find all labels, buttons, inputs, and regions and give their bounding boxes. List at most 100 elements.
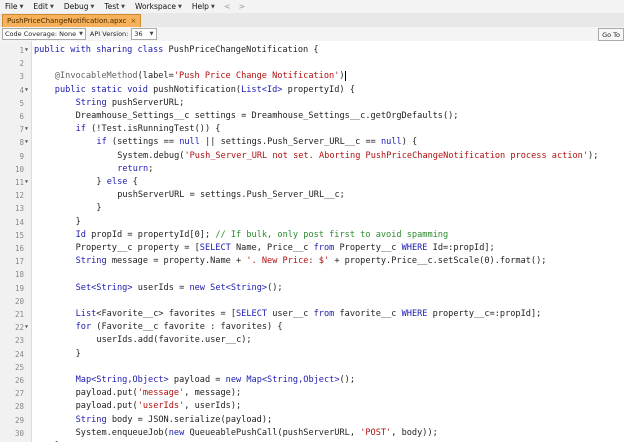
tab-bar: PushPriceChangeNotification.apxc × <box>0 13 624 28</box>
line-number: 3 <box>19 72 24 82</box>
line-number: 30 <box>14 428 24 438</box>
chevron-down-icon: ▼ <box>79 31 83 37</box>
code-token: property__c=:propId]; <box>427 309 542 319</box>
code-token: userIds = <box>132 282 190 293</box>
code-line: 27 payload.put('message', message); <box>0 387 624 400</box>
tab-push-price-change-notification[interactable]: PushPriceChangeNotification.apxc × <box>2 14 142 27</box>
code-token: 'POST' <box>360 427 392 438</box>
fold-toggle-icon[interactable]: ▼ <box>25 176 28 189</box>
code-token: message = property.Name + <box>106 256 247 267</box>
code-text: Map<String,Object> payload = new Map<Str… <box>76 374 355 387</box>
code-token: SELECT <box>236 309 268 319</box>
code-line: 12 pushServerURL = settings.Push_Server_U… <box>0 189 624 202</box>
menu-label: File <box>5 2 18 11</box>
code-token: for <box>75 322 92 333</box>
code-token: PushPriceChangeNotification { <box>168 45 319 55</box>
code-token: (Favorite__c favorite : favorites) { <box>91 322 283 333</box>
code-line: 8 ▼ if (settings == null || settings.Push_… <box>0 136 624 149</box>
line-number: 5 <box>19 98 24 108</box>
menu-edit[interactable]: Edit ▼ <box>28 2 58 11</box>
code-editor[interactable]: 1 ▼ public with sharing class PushPriceCha… <box>0 41 624 442</box>
code-line: 18 <box>0 268 624 281</box>
menu-label: Debug <box>63 2 89 11</box>
menu-test[interactable]: Test ▼ <box>99 2 130 11</box>
code-text: } else { <box>96 176 137 189</box>
code-line: 28 payload.put('userIds', userIds); <box>0 400 624 413</box>
code-token: 'userIds' <box>137 401 185 412</box>
menu-file[interactable]: File ▼ <box>0 2 28 11</box>
api-version-select[interactable]: 36 ▼ <box>131 28 157 40</box>
code-token: || settings.Push_Server_URL__c == <box>199 137 381 148</box>
code-coverage-select[interactable]: Code Coverage: None ▼ <box>2 28 86 40</box>
chevron-down-icon: ▼ <box>19 3 24 10</box>
go-to-button[interactable]: Go To <box>598 28 624 41</box>
fold-toggle-icon[interactable]: ▼ <box>25 84 28 97</box>
code-line: 29 String body = JSON.serialize(payload); <box>0 414 624 427</box>
code-text: System.enqueueJob(new QueueablePushCall(… <box>76 427 438 440</box>
api-version-label: API Version: <box>89 30 129 38</box>
line-number: 2 <box>19 59 24 69</box>
code-token: from <box>313 309 335 319</box>
code-line: 1 ▼ public with sharing class PushPriceCha… <box>0 44 624 57</box>
code-token: QueueablePushCall(pushServerURL, <box>184 427 361 438</box>
code-token: user__c <box>267 309 314 319</box>
code-text: Set<String> userIds = new Set<String>(); <box>76 282 283 295</box>
forward-icon[interactable]: > <box>235 2 250 11</box>
menu-debug[interactable]: Debug ▼ <box>59 2 100 11</box>
code-token: (settings == <box>106 137 180 148</box>
line-number: 17 <box>14 257 24 267</box>
code-line: 24} <box>0 348 624 361</box>
line-number: 15 <box>14 230 24 240</box>
code-line: 3 @InvocableMethod(label='Push Price Chan… <box>0 70 624 83</box>
menu-label: Help <box>191 2 209 11</box>
back-icon[interactable]: < <box>220 2 235 11</box>
line-number: 9 <box>19 151 24 161</box>
line-number: 26 <box>14 376 24 385</box>
line-number: 13 <box>14 204 24 214</box>
fold-toggle-icon[interactable]: ▼ <box>25 136 28 149</box>
menu-help[interactable]: Help ▼ <box>187 2 220 11</box>
code-token: else <box>106 177 128 187</box>
code-token: List <box>75 309 97 319</box>
code-token: (label= <box>137 71 174 82</box>
close-icon[interactable]: × <box>131 17 137 25</box>
code-token: String <box>75 256 107 267</box>
code-line: 22 ▼ for (Favorite__c favorite : favorites… <box>0 321 624 334</box>
menu-workspace[interactable]: Workspace ▼ <box>130 2 187 11</box>
line-number: 20 <box>14 296 24 306</box>
code-token: String <box>75 97 107 108</box>
line-number: 28 <box>14 402 24 412</box>
code-text: pushServerURL = settings.Push_Server_URL… <box>117 189 345 202</box>
code-token: null <box>179 137 200 148</box>
line-number: 10 <box>14 164 24 174</box>
code-token: <Favorite__c> favorites = [ <box>96 309 236 319</box>
code-token: Id=:propId]; <box>427 243 495 253</box>
text-cursor <box>344 70 346 81</box>
code-token: return <box>117 163 149 174</box>
code-token: @InvocableMethod <box>54 71 138 82</box>
code-text: public static void pushNotification(List… <box>55 84 355 97</box>
code-text: } <box>96 202 101 215</box>
fold-toggle-icon[interactable]: ▼ <box>25 123 28 136</box>
code-line: 13} <box>0 202 624 215</box>
line-number: 22 <box>14 323 24 333</box>
code-text: if (!Test.isRunningTest()) { <box>76 123 221 136</box>
code-token: if <box>75 124 86 135</box>
code-token: System.debug( <box>117 150 185 161</box>
line-number: 1 <box>19 46 24 55</box>
code-token: ) { <box>401 137 418 148</box>
code-token: public with sharing class <box>34 45 169 55</box>
code-line: 30 System.enqueueJob(new QueueablePushCal… <box>0 427 624 440</box>
code-token: body = JSON.serialize(payload); <box>106 414 273 425</box>
code-token: } <box>96 177 107 187</box>
editor-toolbar: Code Coverage: None ▼ API Version: 36 ▼ … <box>0 27 624 42</box>
code-token: pushNotification( <box>153 84 242 95</box>
code-text: payload.put('userIds', userIds); <box>76 400 242 413</box>
line-number: 23 <box>14 336 24 346</box>
code-token: System.enqueueJob( <box>75 427 169 438</box>
line-number: 14 <box>14 217 24 227</box>
line-number: 19 <box>14 283 24 293</box>
fold-toggle-icon[interactable]: ▼ <box>25 44 28 57</box>
fold-toggle-icon[interactable]: ▼ <box>25 321 28 334</box>
line-number: 18 <box>14 270 24 280</box>
